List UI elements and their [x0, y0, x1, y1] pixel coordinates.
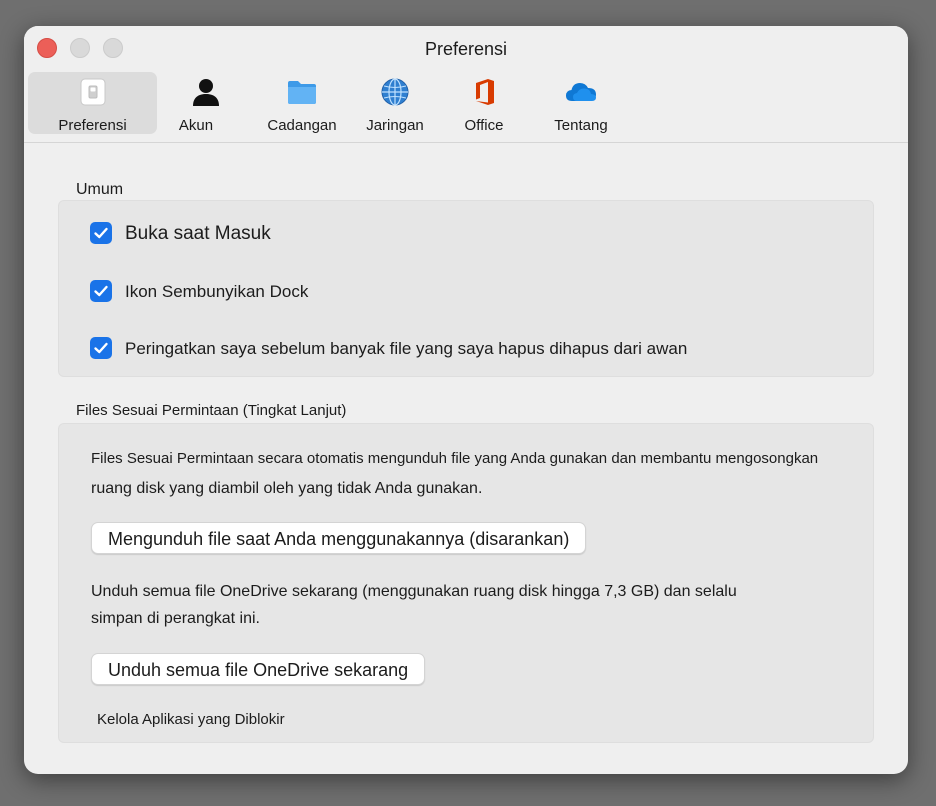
- download-on-use-button[interactable]: Mengunduh file saat Anda menggunakannya …: [91, 522, 587, 554]
- window-title: Preferensi: [424, 39, 508, 59]
- checkbox-checked[interactable]: [90, 337, 112, 359]
- tab-account[interactable]: Akun: [171, 72, 241, 134]
- files-on-demand-description-line1: Files Sesuai Permintaan secara otomatis …: [91, 450, 819, 467]
- folder-icon: [286, 76, 318, 108]
- tab-label: Jaringan: [366, 117, 424, 134]
- preferences-window: Preferensi Preferensi Akun Cadangan Jari…: [24, 26, 908, 774]
- download-all-button[interactable]: Unduh semua file OneDrive sekarang: [91, 653, 426, 685]
- manage-blocked-apps-link[interactable]: Kelola Aplikasi yang Diblokir: [97, 711, 285, 728]
- option-label: Ikon Sembunyikan Dock: [125, 282, 309, 301]
- tab-label: Tentang: [554, 117, 608, 134]
- option-label: Buka saat Masuk: [125, 223, 271, 244]
- tab-about[interactable]: Tentang: [546, 72, 616, 134]
- files-on-demand-description-line2: ruang disk yang diambil oleh yang tidak …: [91, 480, 483, 497]
- tab-backup[interactable]: Cadangan: [264, 72, 340, 134]
- files-on-demand-group: Files Sesuai Permintaan secara otomatis …: [58, 423, 874, 743]
- switch-icon: [77, 76, 109, 108]
- download-all-description-line1: Unduh semua file OneDrive sekarang (meng…: [91, 583, 737, 600]
- general-options-group: Buka saat Masuk Ikon Sembunyikan Dock Pe…: [58, 200, 874, 377]
- tab-label: Preferensi: [58, 117, 127, 134]
- tab-label: Cadangan: [267, 117, 337, 134]
- download-all-description-line2: simpan di perangkat ini.: [91, 610, 260, 627]
- office-icon: [468, 76, 500, 108]
- section-title-files-on-demand: Files Sesuai Permintaan (Tingkat Lanjut): [76, 402, 347, 419]
- checkbox-checked[interactable]: [90, 222, 112, 244]
- tab-office[interactable]: Office: [453, 72, 515, 134]
- person-icon: [190, 76, 222, 108]
- tab-preferences[interactable]: Preferensi: [28, 72, 157, 134]
- option-label: Peringatkan saya sebelum banyak file yan…: [125, 339, 688, 358]
- section-title-general: Umum: [76, 181, 124, 198]
- checkbox-checked[interactable]: [90, 280, 112, 302]
- tab-network[interactable]: Jaringan: [357, 72, 433, 134]
- title-bar: Preferensi Preferensi Akun Cadangan Jari…: [24, 26, 908, 143]
- cloud-icon: [565, 76, 597, 108]
- tab-label: Akun: [178, 117, 214, 134]
- globe-icon: [379, 76, 411, 108]
- tab-label: Office: [464, 117, 504, 134]
